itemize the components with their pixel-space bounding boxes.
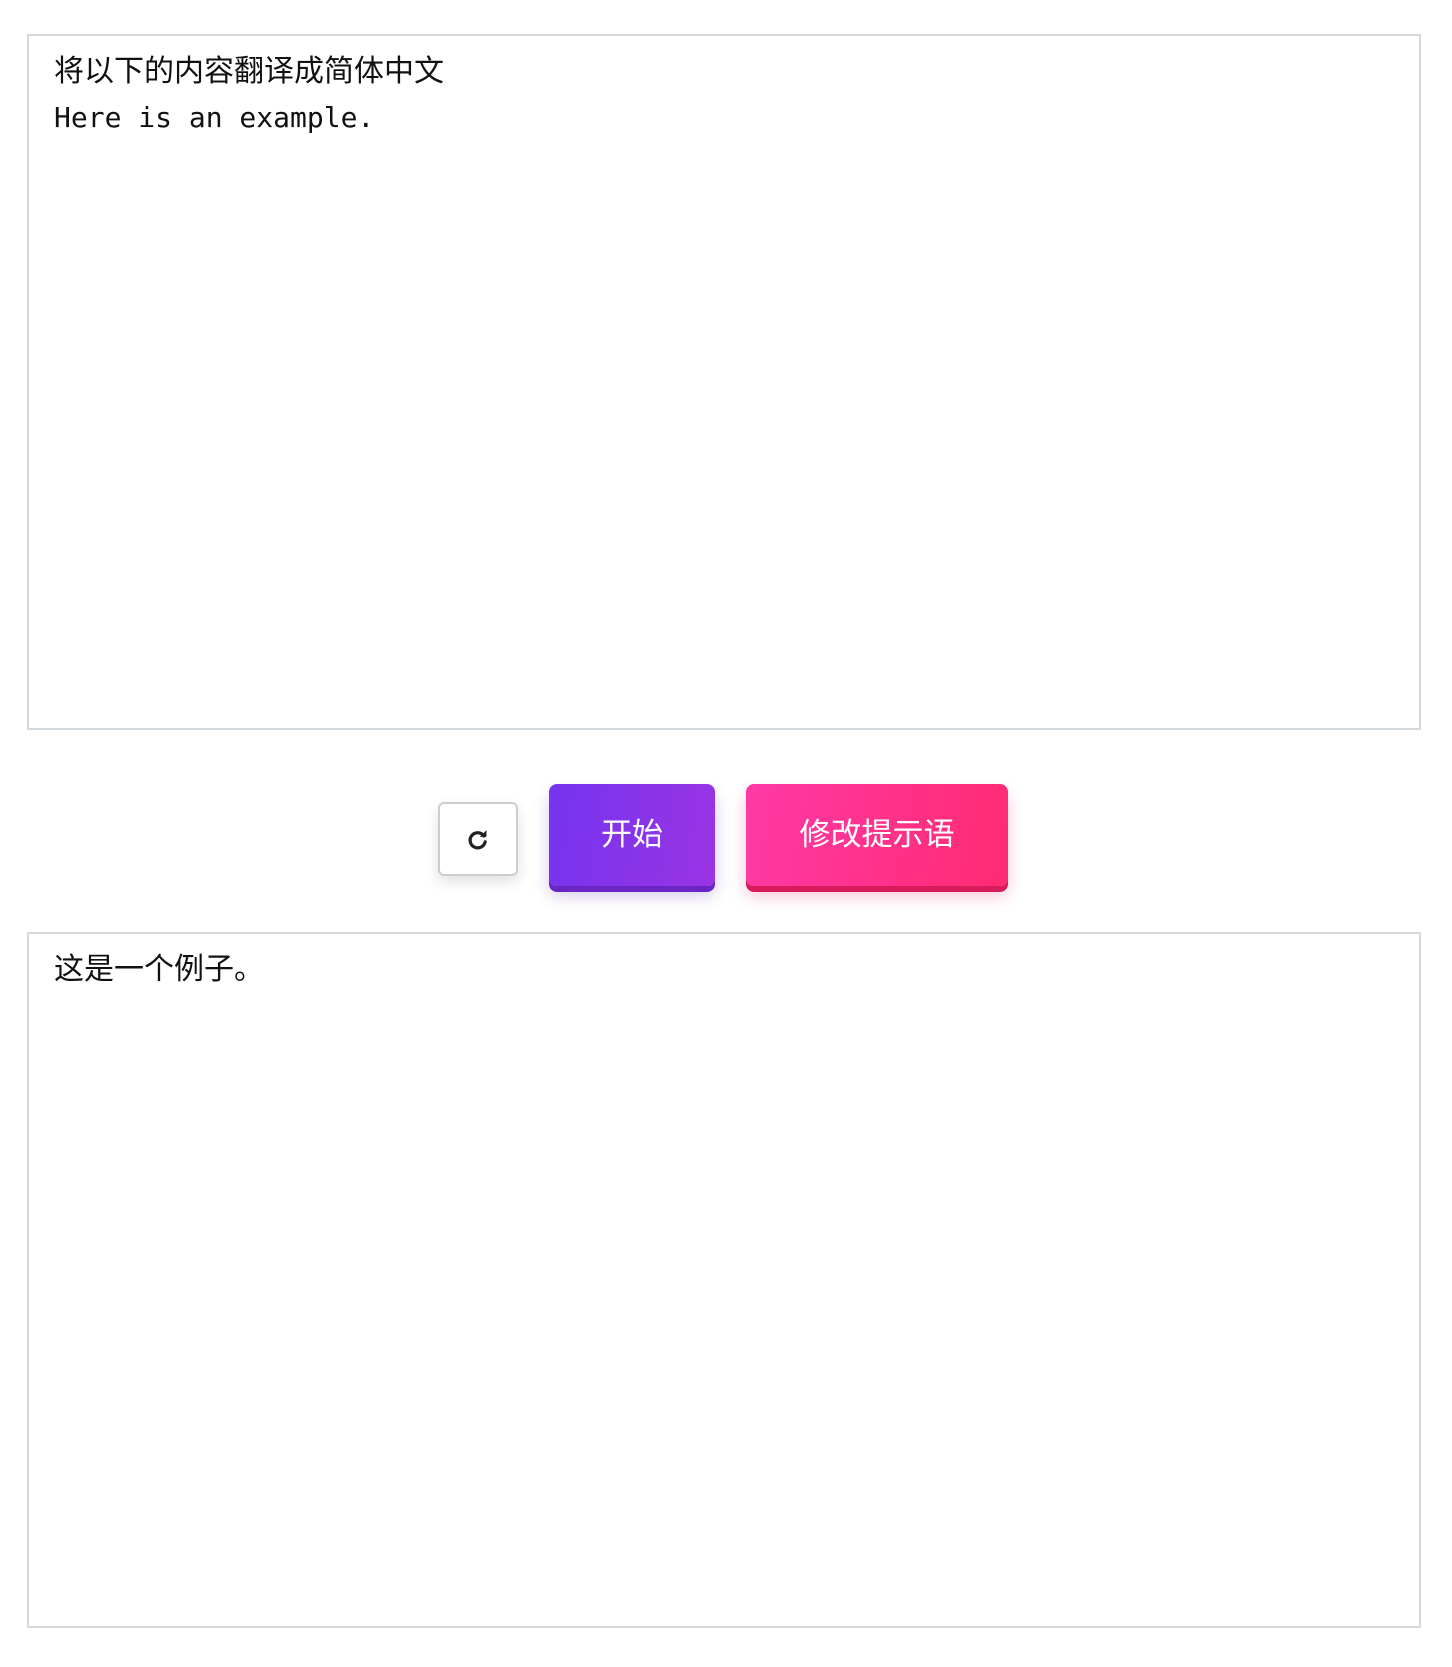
output-panel[interactable]: 这是一个例子。 xyxy=(27,932,1421,1628)
start-button-label: 开始 xyxy=(601,816,663,853)
input-content[interactable]: 将以下的内容翻译成简体中文 Here is an example. xyxy=(54,52,1394,138)
source-text: Here is an example. xyxy=(54,101,375,134)
edit-prompt-button-label: 修改提示语 xyxy=(799,816,955,853)
start-button[interactable]: 开始 xyxy=(549,784,715,886)
reload-icon xyxy=(468,830,487,850)
output-content[interactable]: 这是一个例子。 xyxy=(54,950,1394,990)
edit-prompt-button[interactable]: 修改提示语 xyxy=(746,784,1008,886)
input-panel[interactable]: 将以下的内容翻译成简体中文 Here is an example. xyxy=(27,34,1421,730)
reload-button[interactable] xyxy=(438,802,518,876)
result-text: 这是一个例子。 xyxy=(54,952,264,987)
prompt-text: 将以下的内容翻译成简体中文 xyxy=(54,54,444,89)
